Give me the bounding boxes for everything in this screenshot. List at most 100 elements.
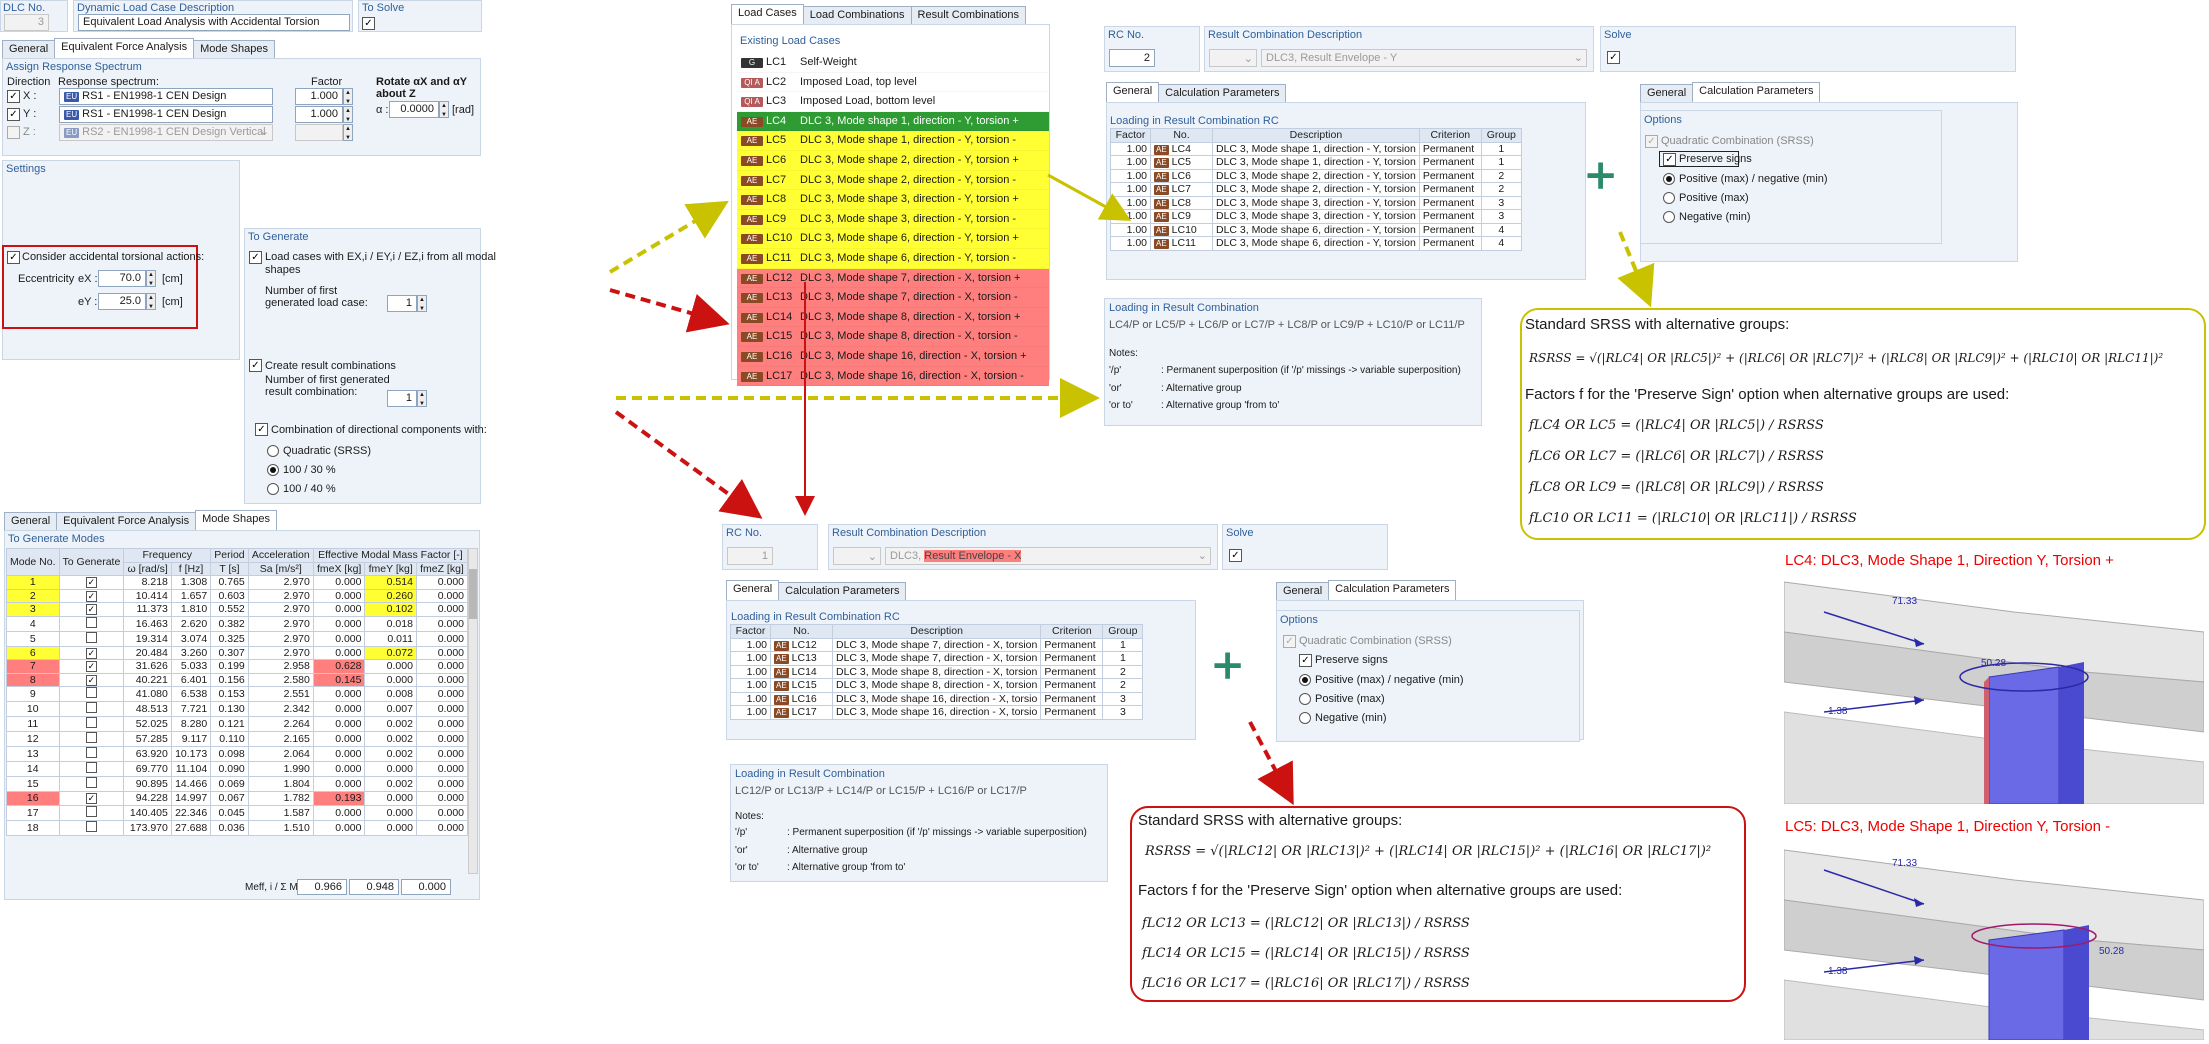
table-row[interactable]: 1.00 AE LC7 DLC 3, Mode shape 2, direction …: [1110, 182, 1522, 197]
combo-srss-radio[interactable]: [267, 445, 279, 457]
generate-checkbox[interactable]: ✓: [85, 604, 97, 616]
rcy-ptab-calc[interactable]: Calculation Parameters: [1692, 82, 1821, 102]
generate-checkbox[interactable]: [85, 616, 97, 628]
table-row[interactable]: 11 52.025 8.280 0.121 2.264 0.000 0.002 0.000: [6, 716, 469, 732]
generate-checkbox[interactable]: [85, 732, 97, 743]
lc-row[interactable]: AE LC17 DLC 3, Mode shape 16, direction - …: [737, 366, 1049, 387]
table-row[interactable]: 15 90.895 14.466 0.069 1.804 0.000 0.002 0.000: [6, 776, 469, 792]
lc-row[interactable]: AE LC10 DLC 3, Mode shape 6, direction - Y…: [737, 229, 1049, 249]
factor-z-field[interactable]: [295, 124, 343, 141]
spectrum-x-select[interactable]: EURS1 - EN1998-1 CEN Design Horizontal⌄: [59, 88, 273, 117]
create-rc-checkbox[interactable]: ✓: [249, 359, 262, 372]
table-row[interactable]: 1.00 AE LC14 DLC 3, Mode shape 8, direction…: [730, 664, 1144, 679]
rcy-quad-checkbox[interactable]: ✓: [1645, 135, 1658, 148]
table-row[interactable]: 1.00 AE LC13 DLC 3, Mode shape 7, direction…: [730, 651, 1144, 666]
table-row[interactable]: 17 140.405 22.346 0.045 1.587 0.000 0.000 0.000: [6, 804, 469, 821]
generate-checkbox[interactable]: [85, 702, 97, 713]
rcx-quad-checkbox[interactable]: ✓: [1283, 635, 1296, 648]
table-row[interactable]: 1.00 AE LC5 DLC 3, Mode shape 1, direction …: [1110, 155, 1522, 170]
factor-z-spinner[interactable]: ▲ ▼: [343, 124, 353, 141]
lc-row[interactable]: AE LC11 DLC 3, Mode shape 6, direction - Y…: [737, 248, 1049, 269]
table-row[interactable]: 1.00 AE LC9 DLC 3, Mode shape 3, direction …: [1110, 209, 1522, 224]
generate-checkbox[interactable]: [85, 687, 97, 698]
lc-row[interactable]: AE LC12 DLC 3, Mode shape 7, direction - X…: [737, 268, 1049, 289]
lc-row[interactable]: AE LC4 DLC 3, Mode shape 1, direction - Y,…: [737, 111, 1049, 132]
rcy-r2-radio[interactable]: [1663, 192, 1675, 204]
table-row[interactable]: 3 ✓ 11.373 1.810 0.552 2.970 0.000 0.102 0.000: [6, 602, 469, 617]
rcx-ptab-calc[interactable]: Calculation Parameters: [1328, 580, 1457, 600]
rcx-color-select[interactable]: ⌄: [833, 547, 881, 565]
lc-row[interactable]: AE LC13 DLC 3, Mode shape 7, direction - X…: [737, 288, 1049, 308]
lc-row[interactable]: AE LC9 DLC 3, Mode shape 3, direction - Y,…: [737, 209, 1049, 230]
table-row[interactable]: 1.00 AE LC8 DLC 3, Mode shape 3, direction …: [1110, 195, 1522, 210]
generate-checkbox[interactable]: [85, 631, 97, 643]
rcx-r3-radio[interactable]: [1299, 712, 1311, 724]
generate-checkbox[interactable]: ✓: [85, 577, 97, 589]
rcx-solve-checkbox[interactable]: ✓: [1229, 549, 1242, 562]
rcx-r1-radio[interactable]: [1299, 674, 1311, 686]
generate-checkbox[interactable]: ✓: [85, 661, 97, 673]
table-row[interactable]: 13 63.920 10.173 0.098 2.064 0.000 0.002 0.000: [6, 746, 469, 762]
ex-field[interactable]: 70.0: [98, 270, 146, 287]
table-row[interactable]: 1.00 AE LC11 DLC 3, Mode shape 6, direction…: [1110, 236, 1522, 251]
dir-z-checkbox[interactable]: [7, 126, 20, 139]
table-row[interactable]: 2 ✓ 10.414 1.657 0.603 2.970 0.000 0.260 0.000: [6, 588, 469, 603]
alpha-field[interactable]: 0.0000: [389, 101, 439, 118]
table-row[interactable]: 18 173.970 27.688 0.036 1.510 0.000 0.000 0.000: [6, 819, 469, 836]
table-row[interactable]: 7 ✓ 31.626 5.033 0.199 2.958 0.628 0.000 0.000: [6, 659, 469, 674]
lc-row[interactable]: QI A LC2 Imposed Load, top level: [737, 73, 1049, 93]
rcy-tab-calc[interactable]: Calculation Parameters: [1158, 84, 1287, 102]
table-row[interactable]: 9 41.080 6.538 0.153 2.551 0.000 0.008 0.000: [6, 686, 469, 702]
table-row[interactable]: 1.00 AE LC10 DLC 3, Mode shape 6, direction…: [1110, 222, 1522, 237]
rcx-tab-general[interactable]: General: [726, 580, 780, 600]
generate-checkbox[interactable]: ✓: [85, 793, 97, 805]
table-row[interactable]: 1.00 AE LC6 DLC 3, Mode shape 2, direction …: [1110, 168, 1522, 183]
combo-checkbox[interactable]: ✓: [255, 423, 268, 436]
lc-row[interactable]: AE LC5 DLC 3, Mode shape 1, direction - Y,…: [737, 131, 1049, 151]
tab-equivalent-force[interactable]: Equivalent Force Analysis: [54, 38, 195, 58]
generate-checkbox[interactable]: [85, 777, 97, 788]
first-lc-spinner[interactable]: ▲ ▼: [417, 295, 427, 312]
dlc-desc-field[interactable]: Equivalent Load Analysis with Accidental…: [78, 14, 350, 31]
rcy-solve-checkbox[interactable]: ✓: [1607, 51, 1620, 64]
lc-row[interactable]: AE LC8 DLC 3, Mode shape 3, direction - Y,…: [737, 190, 1049, 210]
rcx-preserve-checkbox[interactable]: ✓: [1299, 654, 1312, 667]
lc-row[interactable]: AE LC14 DLC 3, Mode shape 8, direction - X…: [737, 307, 1049, 328]
generate-checkbox[interactable]: ✓: [85, 674, 97, 686]
first-rc-field[interactable]: 1: [387, 390, 417, 407]
combo-100-30-radio[interactable]: [267, 464, 279, 476]
table-row[interactable]: 5 19.314 3.074 0.325 2.970 0.000 0.011 0.000: [6, 630, 469, 647]
lc-row[interactable]: G LC1 Self-Weight: [737, 53, 1049, 73]
rcy-no-field[interactable]: 2: [1109, 49, 1155, 67]
first-rc-spinner[interactable]: ▲ ▼: [417, 390, 427, 407]
ex-spinner[interactable]: ▲ ▼: [146, 270, 156, 287]
table-row[interactable]: 1.00 AE LC4 DLC 3, Mode shape 1, direction …: [1110, 141, 1522, 156]
rcx-ptab-general[interactable]: General: [1276, 582, 1330, 600]
table-row[interactable]: 1.00 AE LC12 DLC 3, Mode shape 7, direction…: [730, 637, 1144, 652]
table-row[interactable]: 12 57.285 9.117 0.110 2.165 0.000 0.002 0.000: [6, 731, 469, 747]
dir-y-checkbox[interactable]: ✓: [7, 108, 20, 121]
rcy-desc-field[interactable]: DLC3, Result Envelope - Y ⌄: [1261, 49, 1587, 67]
spectrum-z-select[interactable]: EU RS2 - EN1998-1 CEN Design Vertical ⌄: [59, 124, 273, 141]
table-row[interactable]: 1 ✓ 8.218 1.308 0.765 2.970 0.000 0.514 0.000: [6, 575, 469, 590]
generate-checkbox[interactable]: [85, 747, 97, 758]
dir-x-checkbox[interactable]: ✓: [7, 90, 20, 103]
scroll-thumb[interactable]: [469, 569, 477, 619]
lc-row[interactable]: AE LC6 DLC 3, Mode shape 2, direction - Y,…: [737, 150, 1049, 171]
load-cases-checkbox[interactable]: ✓: [249, 251, 262, 264]
lc-row[interactable]: AE LC7 DLC 3, Mode shape 2, direction - Y,…: [737, 170, 1049, 191]
tab-general[interactable]: General: [2, 40, 56, 58]
factor-y-field[interactable]: 1.000: [295, 106, 343, 123]
factor-x-field[interactable]: 1.000: [295, 88, 343, 105]
generate-checkbox[interactable]: [85, 820, 97, 832]
ey-spinner[interactable]: ▲ ▼: [146, 293, 156, 310]
tab-mode-shapes[interactable]: Mode Shapes: [193, 40, 275, 58]
factor-x-spinner[interactable]: ▲ ▼: [343, 88, 353, 105]
table-row[interactable]: 10 48.513 7.721 0.130 2.342 0.000 0.007 0.000: [6, 701, 469, 717]
combo-100-40-radio[interactable]: [267, 483, 279, 495]
alpha-spinner[interactable]: ▲ ▼: [439, 101, 449, 118]
table-row[interactable]: 16 ✓ 94.228 14.997 0.067 1.782 0.193 0.000 0.000: [6, 791, 469, 806]
rcy-color-select[interactable]: ⌄: [1209, 49, 1257, 67]
generate-checkbox[interactable]: ✓: [85, 590, 97, 602]
rcy-r1-radio[interactable]: [1663, 173, 1675, 185]
